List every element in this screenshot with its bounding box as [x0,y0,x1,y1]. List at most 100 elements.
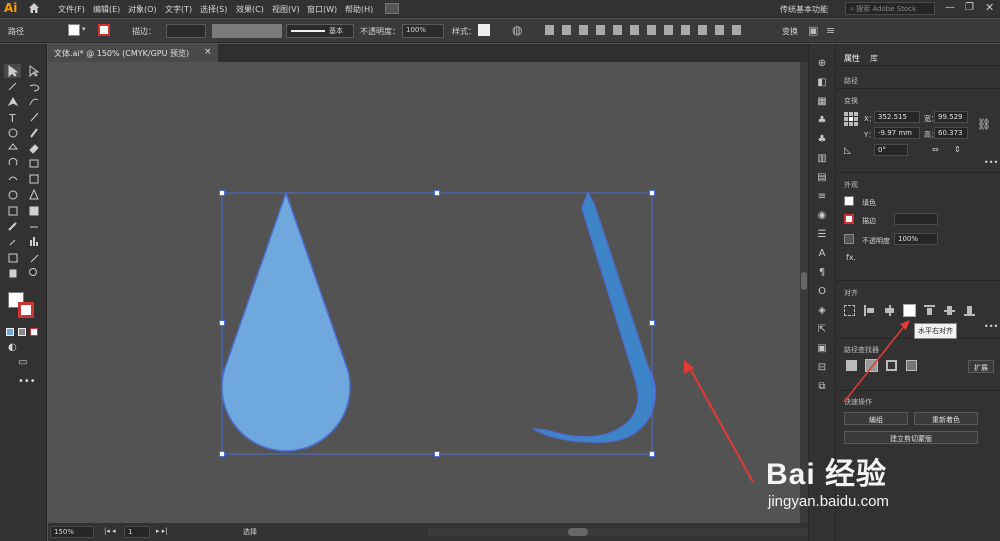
teardrop-shape[interactable] [221,190,351,452]
menu-file[interactable]: 文件(F) [58,4,85,15]
align-top-icon[interactable] [596,25,605,35]
align-more-icon[interactable]: ••• [984,322,998,331]
canvas-horizontal-scrollbar[interactable] [428,528,808,536]
distribute-right-icon[interactable] [732,25,741,35]
align-center-icon[interactable] [562,25,571,35]
y-position-field[interactable]: -9.97 mm [874,127,920,139]
align-middle-icon[interactable] [613,25,622,35]
opacity-label[interactable]: 不透明度： [360,26,400,37]
menu-type[interactable]: 文字(T) [165,4,192,15]
width-field[interactable]: 99.529 [934,111,968,123]
align-right-icon[interactable] [579,25,588,35]
graphic-styles-icon[interactable]: ⊕ [818,58,826,69]
group-button[interactable]: 编组 [844,412,908,425]
make-clipping-mask-button[interactable]: 建立剪切蒙版 [844,431,978,444]
appearance-fill-label[interactable]: 填色 [862,198,876,208]
menu-object[interactable]: 对象(O) [128,4,157,15]
menu-effect[interactable]: 效果(C) [236,4,264,15]
artboard-nav-next[interactable]: ▸ ▸| [156,527,168,535]
fill-stroke-widget[interactable] [6,292,40,322]
color-mode-icon[interactable] [6,328,14,336]
opentype-icon[interactable]: O [818,286,826,297]
libraries-icon[interactable]: ☰ [818,229,827,240]
distribute-bottom-icon[interactable] [681,25,690,35]
export-icon[interactable]: ⇱ [818,324,826,335]
appearance-stroke-swatch[interactable] [844,214,854,224]
gradient-panel-icon[interactable]: ◧ [817,77,826,88]
stroke-panel-icon[interactable]: ≡ [818,191,826,202]
menu-help[interactable]: 帮助(H) [345,4,373,15]
horizontal-align-left-icon[interactable] [864,305,875,316]
panel-menu-icon[interactable]: ≡ [826,24,835,37]
close-button[interactable]: ✕ [985,1,994,14]
brushes-icon[interactable]: ♣ [818,134,827,145]
appearance-fill-swatch[interactable] [844,196,854,206]
appearance-stroke-label[interactable]: 描边 [862,216,876,226]
close-tab-icon[interactable]: × [204,47,212,57]
search-stock-field[interactable]: ⌕ 搜索 Adobe Stock [845,2,935,15]
transparency-icon[interactable]: ▦ [817,96,826,107]
appearance-panel-icon[interactable]: ◉ [818,210,827,221]
opacity-field[interactable]: 100% [402,24,444,38]
graphic-style-swatch[interactable] [478,24,490,36]
flip-horizontal-icon[interactable]: ⇔ [932,145,939,154]
distribute-middle-icon[interactable] [664,25,673,35]
pathfinder-panel-icon[interactable]: ⧉ [818,381,825,392]
layers-icon[interactable]: ◈ [818,305,826,316]
maximize-button[interactable]: ❐ [965,2,974,13]
arrange-documents-icon[interactable] [385,3,399,14]
home-icon[interactable] [28,2,40,14]
rotation-field[interactable]: 0° [874,144,908,156]
align-left-icon[interactable] [545,25,554,35]
tab-library[interactable]: 库 [870,53,878,64]
more-tools-icon[interactable]: ••• [18,376,36,387]
minimize-button[interactable]: — [945,2,955,13]
none-mode-icon[interactable] [30,328,38,336]
vertical-scroll-thumb[interactable] [801,272,807,290]
canvas-area[interactable] [48,62,800,523]
character-panel-icon[interactable]: A [819,248,826,259]
align-panel-icon[interactable]: ⊟ [818,362,826,373]
fx-button[interactable]: fx. [846,253,856,262]
distribute-center-icon[interactable] [715,25,724,35]
menu-window[interactable]: 窗口(W) [307,4,337,15]
transform-more-icon[interactable]: ••• [984,158,998,167]
appearance-stroke-weight-field[interactable] [894,213,938,225]
vertical-align-bottom-icon[interactable] [964,305,975,316]
align-to-selection-icon[interactable] [844,305,855,316]
x-position-field[interactable]: 352.515 [874,111,920,123]
distribute-top-icon[interactable] [647,25,656,35]
distribute-left-icon[interactable] [698,25,707,35]
screen-mode-icon[interactable]: ▭ [18,357,27,368]
stroke-swatch-large[interactable] [18,302,34,318]
workspace-switcher[interactable]: 传统基本功能 [780,4,828,15]
brush-definition-dropdown[interactable]: 基本 [286,24,354,38]
recolor-button[interactable]: 重新着色 [914,412,978,425]
variable-width-profile[interactable] [212,24,282,38]
tab-properties[interactable]: 属性 [844,53,860,64]
horizontal-align-center-icon[interactable] [884,305,895,316]
recolor-artwork-icon[interactable]: ◍ [512,23,522,37]
gradient-mode-icon[interactable] [18,328,26,336]
symbols-icon[interactable]: ♣ [818,115,827,126]
artboards-icon[interactable]: ▣ [817,343,826,354]
vertical-align-top-icon[interactable] [924,305,935,316]
color-guide-icon[interactable]: ▥ [817,153,826,164]
constrain-proportions-icon[interactable]: ⛓ [977,118,991,131]
flip-vertical-icon[interactable]: ⇕ [954,145,961,154]
zoom-level-field[interactable]: 150% [50,526,94,538]
swatches-icon[interactable]: ▤ [817,172,826,183]
pathfinder-expand-button[interactable]: 扩展 [968,360,994,373]
hook-shape[interactable] [532,191,656,443]
artboard-nav-arrows[interactable]: |◂ ◂ [104,527,116,535]
appearance-opacity-field[interactable]: 100% [894,233,938,245]
reference-point-grid[interactable] [844,112,858,126]
menu-select[interactable]: 选择(S) [200,4,227,15]
appearance-opacity-label[interactable]: 不透明度 [862,236,890,246]
align-bottom-icon[interactable] [630,25,639,35]
artboard-number-field[interactable]: 1 [124,526,150,538]
document-tab[interactable]: 文体.ai* @ 150% (CMYK/GPU 预览) × [48,44,218,62]
vertical-align-center-icon[interactable] [944,305,955,316]
fill-swatch[interactable] [68,24,80,36]
stroke-swatch[interactable] [98,24,110,36]
